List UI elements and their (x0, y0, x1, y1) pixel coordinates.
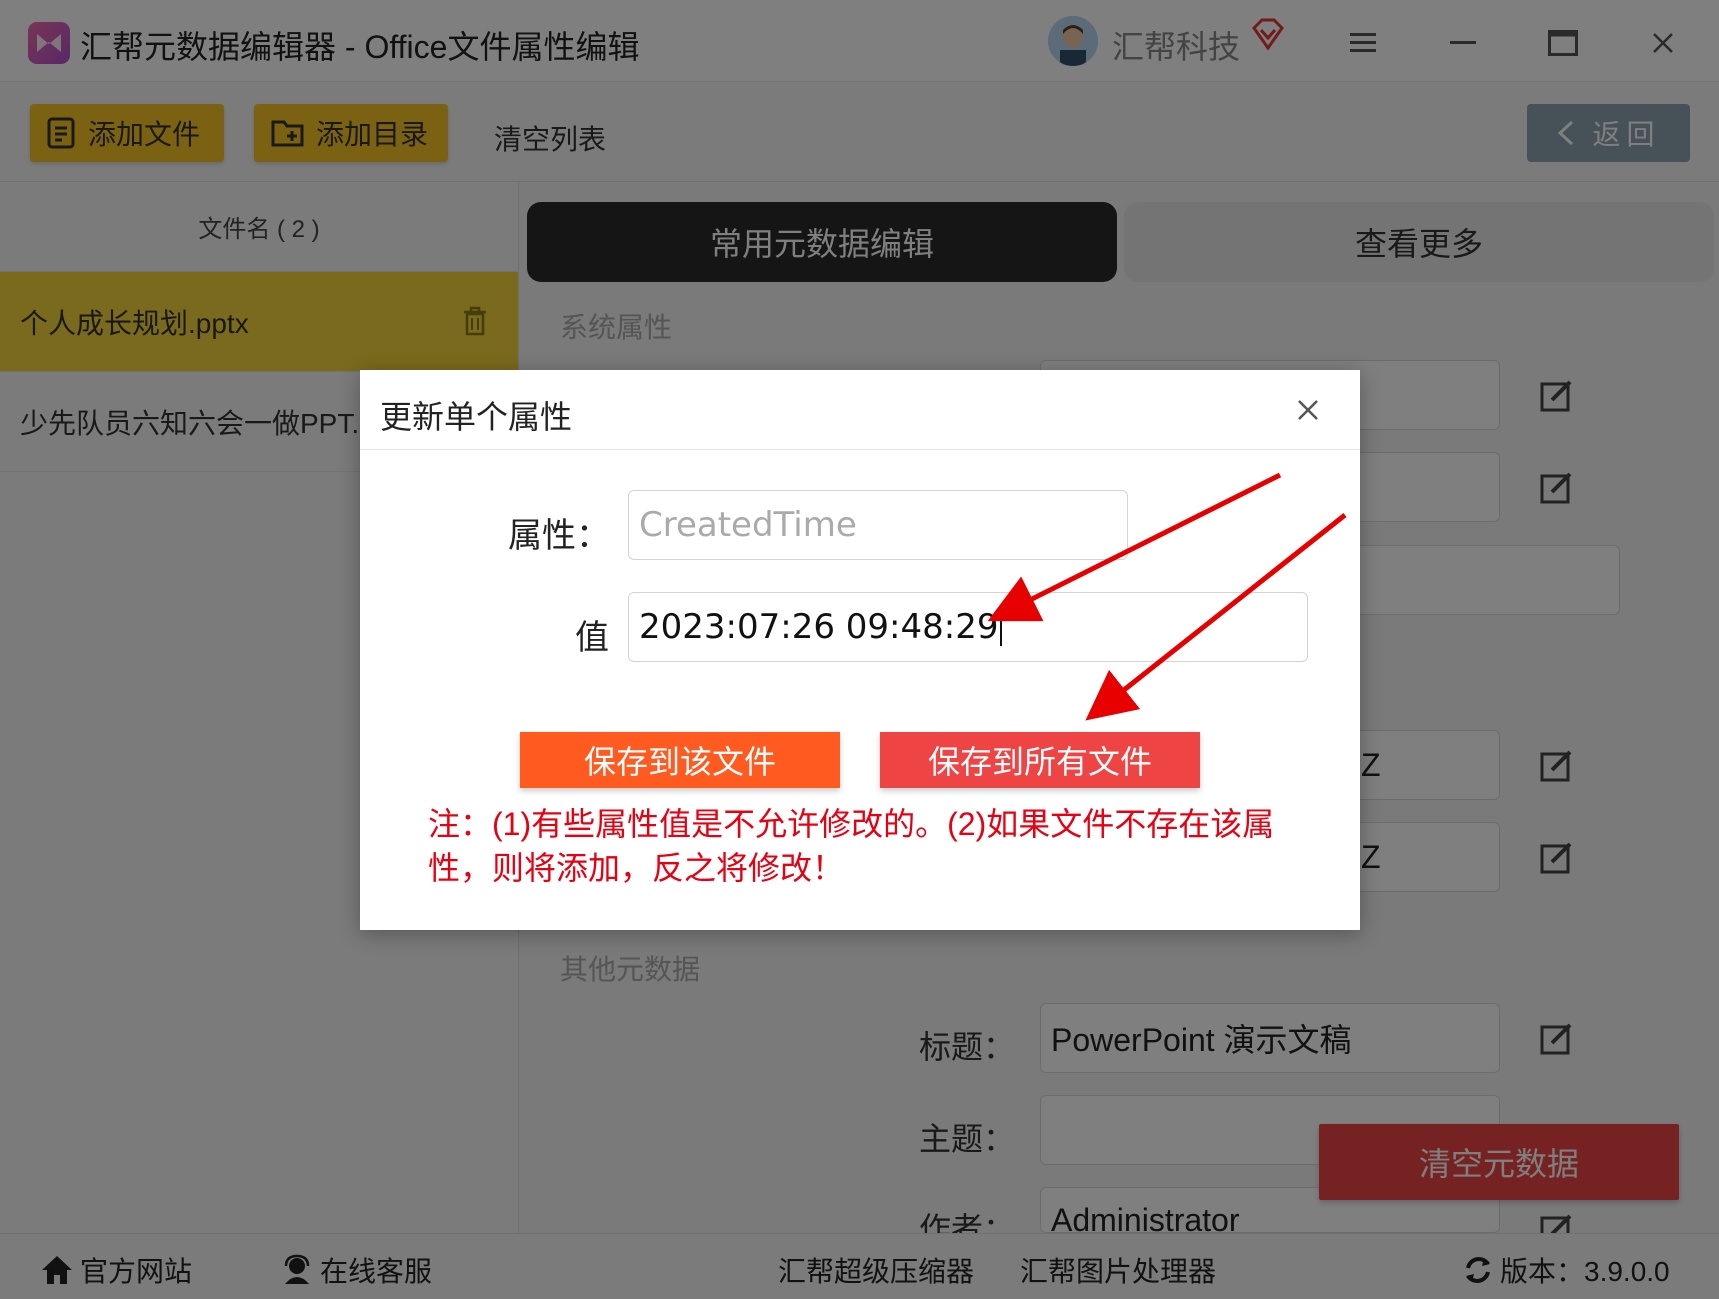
dialog-title: 更新单个属性 (380, 399, 573, 435)
text-caret (1000, 608, 1003, 646)
dialog-close-icon[interactable] (1294, 396, 1322, 424)
property-label: 属性： (508, 517, 610, 555)
save-to-this-file-button[interactable]: 保存到该文件 (520, 732, 840, 788)
value-input[interactable]: 2023:07:26 09:48:29 (628, 592, 1308, 662)
update-property-dialog: 更新单个属性 属性： CreatedTime 值 2023:07:26 09:4… (360, 370, 1360, 930)
dialog-header: 更新单个属性 (360, 370, 1360, 450)
property-input[interactable]: CreatedTime (628, 490, 1128, 560)
dialog-note: 注：(1)有些属性值是不允许修改的。(2)如果文件不存在该属性，则将添加，反之将… (428, 806, 1275, 886)
value-text: 2023:07:26 09:48:29 (639, 607, 999, 647)
value-label: 值 (575, 619, 609, 657)
save-to-all-files-button[interactable]: 保存到所有文件 (880, 732, 1200, 788)
